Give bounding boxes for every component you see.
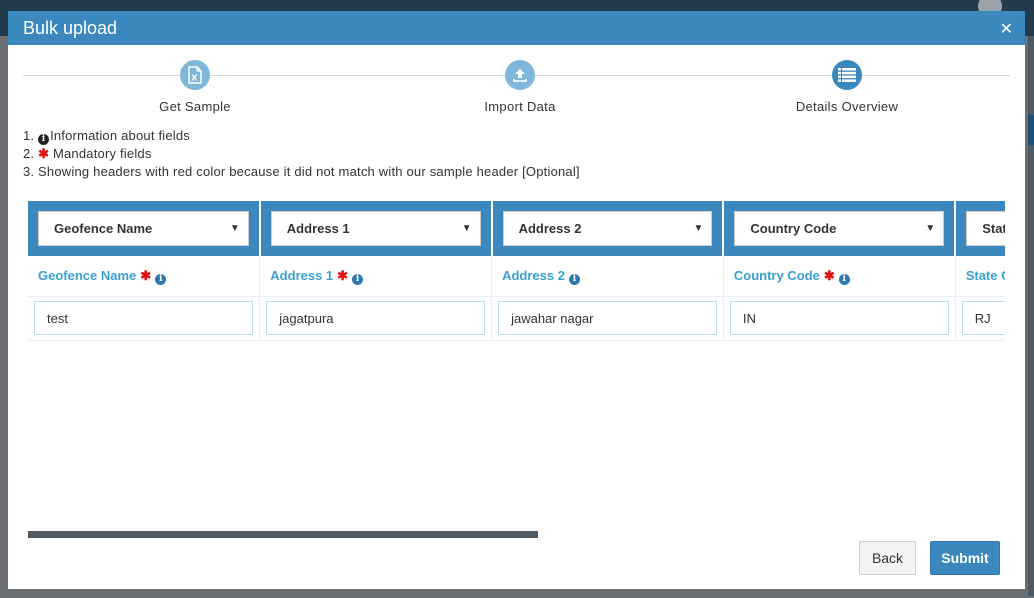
column-label: Geofence Name [38, 267, 137, 283]
header-cell: Address 1 ▼ [259, 201, 493, 256]
column-select[interactable]: Address 2 ▼ [502, 211, 713, 246]
table-label-row: Geofence Name ✱ i Address 1 ✱ i Address 2i C… [28, 256, 1005, 297]
label-cell: Address 1 ✱ i [259, 256, 493, 297]
info-icon[interactable]: i [352, 273, 364, 285]
submit-button[interactable]: Submit [930, 541, 1000, 575]
address-2-input[interactable] [498, 301, 717, 335]
asterisk-icon: ✱ [140, 267, 152, 283]
label-cell: Country Code ✱ i [723, 256, 956, 297]
column-label: Address 1 [270, 267, 334, 283]
info-prefix: 2. [23, 146, 39, 161]
info-list: 1. i Information about fields 2. ✱ Mandat… [23, 127, 1025, 181]
column-select[interactable]: State Code▼ [966, 211, 1005, 246]
list-icon [832, 60, 862, 90]
background-right-box [1028, 115, 1034, 145]
upload-icon [505, 60, 535, 90]
label-cell: Address 2i [491, 256, 724, 297]
select-value: Address 1 [286, 221, 350, 236]
step-get-sample[interactable]: X Get Sample [95, 60, 295, 114]
chevron-down-icon: ▼ [461, 223, 472, 234]
address-1-input[interactable] [266, 301, 486, 335]
header-cell: Country Code ▼ [723, 201, 957, 256]
info-prefix: 1. [23, 128, 39, 143]
value-cell [259, 296, 493, 341]
column-label: State Code [965, 267, 1005, 283]
column-label: Country Code [733, 267, 820, 283]
mapping-table: Geofence Name ▼ Address 1 ▼ Address 2 ▼ Cou… [28, 201, 1005, 341]
select-value: State Code [982, 221, 1005, 236]
info-text: Information about fields [50, 128, 190, 143]
header-cell: Address 2 ▼ [491, 201, 725, 256]
step-label: Details Overview [795, 99, 899, 114]
horizontal-scrollbar[interactable] [28, 531, 538, 538]
select-value: Geofence Name [54, 221, 153, 236]
asterisk-icon: ✱ [823, 267, 835, 283]
info-icon: i [38, 134, 50, 145]
label-cell: State Code✱i [955, 256, 1005, 297]
select-value: Country Code [750, 221, 837, 236]
mapping-table-viewport: Geofence Name ▼ Address 1 ▼ Address 2 ▼ Cou… [28, 201, 1005, 341]
info-line-1: 1. i Information about fields [23, 127, 1025, 145]
geofence-name-input[interactable] [34, 301, 254, 335]
step-label: Import Data [484, 99, 556, 114]
info-icon[interactable]: i [568, 273, 580, 285]
info-line-3: 3. Showing headers with red color becaus… [23, 164, 580, 179]
step-label: Get Sample [159, 99, 231, 114]
chevron-down-icon: ▼ [925, 223, 936, 234]
excel-file-icon: X [180, 60, 210, 90]
close-icon[interactable]: ✕ [1000, 19, 1013, 38]
column-select[interactable]: Geofence Name ▼ [38, 211, 249, 246]
info-icon[interactable]: i [838, 273, 850, 285]
value-cell [723, 296, 956, 341]
header-cell: Geofence Name ▼ [28, 201, 261, 256]
column-select[interactable]: Country Code ▼ [734, 211, 945, 246]
info-text: Mandatory fields [49, 146, 152, 161]
step-details-overview[interactable]: Details Overview [747, 60, 947, 114]
modal-title: Bulk upload [23, 17, 118, 38]
country-code-input[interactable] [729, 301, 949, 335]
select-value: Address 2 [518, 221, 582, 236]
asterisk-icon: ✱ [38, 146, 50, 161]
column-select[interactable]: Address 1 ▼ [270, 211, 481, 246]
column-label: Address 2 [502, 267, 565, 283]
chevron-down-icon: ▼ [229, 223, 240, 234]
info-line-2: 2. ✱ Mandatory fields [23, 145, 1025, 163]
value-cell [955, 296, 1005, 341]
table-row [28, 296, 1005, 341]
bulk-upload-modal: Bulk upload ✕ X Get Sample Import Data D… [8, 11, 1025, 589]
svg-text:X: X [191, 74, 198, 83]
label-cell: Geofence Name ✱ i [28, 256, 261, 297]
value-cell [491, 296, 724, 341]
info-icon[interactable]: i [155, 273, 167, 285]
state-code-input[interactable] [961, 301, 1005, 335]
asterisk-icon: ✱ [337, 267, 349, 283]
chevron-down-icon: ▼ [693, 223, 704, 234]
modal-header: Bulk upload ✕ [8, 11, 1025, 45]
step-wizard: X Get Sample Import Data Details Overvie… [23, 45, 1010, 123]
table-header-row: Geofence Name ▼ Address 1 ▼ Address 2 ▼ Cou… [28, 201, 1005, 256]
step-import-data[interactable]: Import Data [420, 60, 620, 114]
back-button[interactable]: Back [859, 541, 916, 575]
header-cell: State Code▼ [955, 201, 1005, 256]
value-cell [28, 296, 261, 341]
